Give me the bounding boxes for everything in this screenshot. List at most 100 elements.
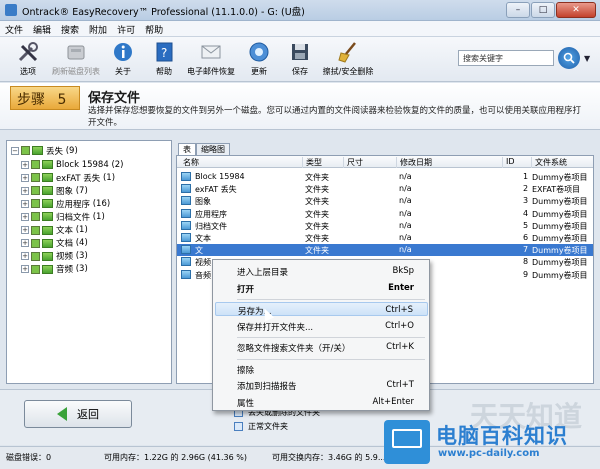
- tab-thumbnails[interactable]: 缩略图: [196, 143, 230, 155]
- back-button[interactable]: 返回: [24, 400, 132, 428]
- cell-fs: Dummy卷项目: [532, 221, 588, 231]
- checkbox[interactable]: [31, 212, 40, 222]
- checkbox[interactable]: [31, 199, 40, 209]
- table-row[interactable]: 文本 文件夹 n/a 6 Dummy卷项目: [177, 232, 593, 244]
- svg-text:?: ?: [161, 46, 167, 60]
- folder-icon: [181, 208, 191, 218]
- checkbox[interactable]: [31, 160, 40, 169]
- wipe-secure-delete-button[interactable]: 擦拭/安全删除: [322, 40, 374, 77]
- checkbox[interactable]: [31, 225, 40, 235]
- tab-table[interactable]: 表: [178, 143, 196, 155]
- broom-icon: [335, 40, 361, 64]
- expand-icon[interactable]: +: [21, 160, 29, 169]
- tree-item[interactable]: + Block 15984 (2): [21, 158, 123, 171]
- tree-item-root[interactable]: − 丢失 (9): [11, 144, 78, 157]
- menu-license[interactable]: 许可: [112, 21, 140, 36]
- context-menu-item[interactable]: 添加到扫描报告 Ctrl+T: [215, 378, 428, 392]
- step-title: 保存文件: [88, 91, 141, 106]
- save-button[interactable]: 保存: [274, 40, 326, 77]
- table-row[interactable]: 归档文件 文件夹 n/a 5 Dummy卷项目: [177, 220, 593, 232]
- options-button[interactable]: 选项: [2, 40, 54, 77]
- tree-item[interactable]: + 文档 (4): [21, 237, 88, 250]
- status-swap: 可用交换内存：3.46G 的 5.9...: [272, 453, 386, 462]
- cell-fs: Dummy卷项目: [532, 246, 588, 256]
- menu-search[interactable]: 搜索: [56, 21, 84, 36]
- column-header-type[interactable]: 类型: [302, 157, 322, 168]
- maximize-button[interactable]: □: [531, 2, 555, 18]
- collapse-icon[interactable]: −: [11, 146, 19, 155]
- context-menu-item[interactable]: 打开 Enter: [215, 281, 428, 295]
- context-menu-item[interactable]: 擦除: [215, 362, 428, 376]
- expand-icon[interactable]: +: [21, 212, 29, 221]
- folder-tree[interactable]: − 丢失 (9) + Block 15984 (2) + exFAT 丢失 (1) + 图…: [6, 140, 172, 384]
- minimize-button[interactable]: –: [506, 2, 530, 18]
- cell-date: n/a: [399, 233, 412, 242]
- checkbox[interactable]: [31, 238, 40, 248]
- expand-icon[interactable]: +: [21, 265, 29, 274]
- tree-item[interactable]: + exFAT 丢失 (1): [21, 171, 115, 184]
- refresh-disk-list-button[interactable]: 刷新磁盘列表: [50, 40, 102, 77]
- email-recovery-button[interactable]: 电子邮件恢复: [185, 40, 237, 77]
- expand-icon[interactable]: +: [21, 199, 29, 208]
- tree-item[interactable]: + 视频 (3): [21, 250, 88, 263]
- table-row[interactable]: 应用程序 文件夹 n/a 4 Dummy卷项目: [177, 208, 593, 220]
- cell-name: 文: [195, 246, 203, 256]
- context-menu-item[interactable]: 另存为... Ctrl+S: [215, 302, 428, 317]
- column-header-date[interactable]: 修改日期: [396, 157, 432, 168]
- search-dropdown-icon[interactable]: ▼: [584, 54, 590, 63]
- tree-item[interactable]: + 图象 (7): [21, 184, 88, 197]
- tree-item[interactable]: + 应用程序 (16): [21, 197, 110, 210]
- column-header-size[interactable]: 尺寸: [343, 157, 363, 168]
- checkbox[interactable]: [31, 173, 40, 183]
- cell-id: 4: [523, 208, 529, 218]
- cell-type: 文件夹: [305, 185, 329, 195]
- context-menu-item[interactable]: 保存并打开文件夹... Ctrl+O: [215, 319, 428, 333]
- column-header-name[interactable]: 名称: [180, 157, 199, 168]
- column-header-id[interactable]: ID: [502, 157, 515, 168]
- menu-item-shortcut: Alt+Enter: [372, 396, 414, 407]
- tree-item[interactable]: + 音频 (3): [21, 263, 88, 276]
- checkbox[interactable]: [21, 146, 30, 155]
- cell-type: 文件夹: [305, 234, 329, 243]
- context-menu-item[interactable]: 忽略文件搜索文件夹（开/关） Ctrl+K: [215, 340, 428, 354]
- cell-id: 8: [523, 257, 529, 267]
- help-book-icon: ?: [151, 40, 177, 64]
- menu-item-label: 添加到扫描报告: [237, 382, 297, 392]
- search-button[interactable]: [558, 47, 580, 69]
- watermark-logo-icon: [384, 420, 430, 464]
- menu-file[interactable]: 文件: [0, 21, 28, 36]
- expand-icon[interactable]: +: [21, 239, 29, 248]
- menu-extras[interactable]: 附加: [84, 21, 112, 36]
- cell-date: n/a: [399, 220, 412, 230]
- menu-help[interactable]: 帮助: [140, 21, 168, 36]
- cell-fs: EXFAT卷项目: [532, 185, 581, 195]
- checkbox[interactable]: [31, 251, 40, 261]
- menu-edit[interactable]: 编辑: [28, 21, 56, 36]
- table-row[interactable]: 图象 文件夹 n/a 3 Dummy卷项目: [177, 195, 593, 207]
- expand-icon[interactable]: +: [21, 173, 29, 182]
- help-button[interactable]: ? 帮助: [138, 40, 190, 77]
- menu-item-label: 保存并打开文件夹...: [237, 322, 314, 333]
- column-header-fs[interactable]: 文件系统: [531, 157, 567, 168]
- table-row[interactable]: exFAT 丢失 文件夹 n/a 2 EXFAT卷项目: [177, 183, 593, 195]
- tree-item[interactable]: + 文本 (1): [21, 224, 88, 237]
- envelope-icon: [198, 40, 224, 64]
- table-row[interactable]: Block 15984 文件夹 n/a 1 Dummy卷项目: [177, 171, 593, 183]
- folder-icon: [42, 186, 53, 196]
- watermark-title: 电脑百科知识: [436, 424, 568, 448]
- cell-id: 1: [523, 172, 529, 181]
- folder-icon: [181, 220, 191, 230]
- table-row[interactable]: 文 文件夹 n/a 7 Dummy卷项目: [177, 244, 593, 257]
- cell-fs: Dummy卷项目: [532, 258, 588, 268]
- expand-icon[interactable]: +: [21, 226, 29, 234]
- close-button[interactable]: ✕: [556, 2, 596, 18]
- status-disk-errors: 磁盘错误：0: [6, 453, 52, 462]
- expand-icon[interactable]: +: [21, 186, 29, 195]
- context-menu-item[interactable]: 进入上层目录 BkSp: [215, 264, 428, 278]
- checkbox[interactable]: [31, 264, 40, 274]
- context-menu-item[interactable]: 属性 Alt+Enter: [215, 395, 428, 409]
- expand-icon[interactable]: +: [21, 252, 29, 261]
- tree-item[interactable]: + 归档文件 (1): [21, 210, 105, 223]
- search-input[interactable]: 搜索关键字: [458, 50, 554, 66]
- checkbox[interactable]: [31, 186, 40, 196]
